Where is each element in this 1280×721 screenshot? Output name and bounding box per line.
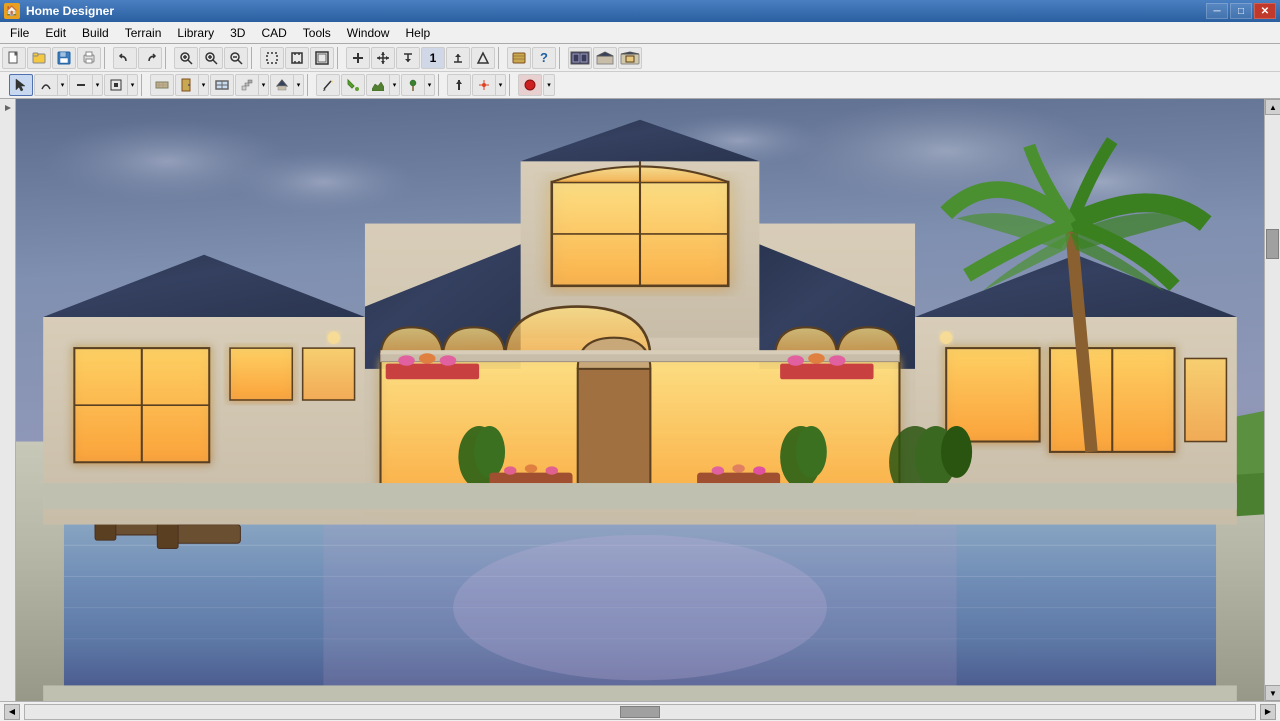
paint-bucket-button[interactable] [341, 74, 365, 96]
menu-build[interactable]: Build [74, 22, 117, 43]
maximize-button[interactable]: □ [1230, 3, 1252, 19]
select-box-button[interactable] [260, 47, 284, 69]
menu-cad[interactable]: CAD [253, 22, 294, 43]
open-button[interactable] [27, 47, 51, 69]
scroll-down-button[interactable]: ▼ [1265, 685, 1280, 701]
print-button[interactable] [77, 47, 101, 69]
undo-button[interactable] [113, 47, 137, 69]
camera-view-button[interactable] [618, 47, 642, 69]
window-controls: ─ □ ✕ [1206, 3, 1276, 19]
record-button[interactable] [518, 74, 542, 96]
close-button[interactable]: ✕ [1254, 3, 1276, 19]
window-tool-button[interactable] [210, 74, 234, 96]
line-dropdown[interactable]: ▾ [69, 74, 103, 96]
help-button[interactable]: ? [532, 47, 556, 69]
scene-svg [16, 99, 1264, 701]
door-dropdown[interactable]: ▾ [175, 74, 209, 96]
wall-tool-button[interactable] [150, 74, 174, 96]
zoom-out-button[interactable] [224, 47, 248, 69]
pencil-button[interactable] [316, 74, 340, 96]
left-sidebar [0, 99, 16, 701]
move-up-button[interactable] [447, 74, 471, 96]
menu-help[interactable]: Help [397, 22, 438, 43]
record-dropdown[interactable]: ▾ [543, 74, 555, 96]
title-bar: 🏠 Home Designer ─ □ ✕ [0, 0, 1280, 22]
menu-library[interactable]: Library [169, 22, 222, 43]
catalog-button[interactable] [507, 47, 531, 69]
plants-dropdown[interactable]: ▾ [401, 74, 435, 96]
menu-bar: File Edit Build Terrain Library 3D CAD T… [0, 22, 1280, 44]
fit-view-button[interactable] [285, 47, 309, 69]
new-button[interactable] [2, 47, 26, 69]
canvas-area[interactable] [16, 99, 1264, 701]
app-icon: 🏠 [4, 3, 20, 19]
menu-3d[interactable]: 3D [222, 22, 253, 43]
save-button[interactable] [52, 47, 76, 69]
scroll-track-vertical[interactable] [1265, 115, 1280, 685]
toolbar-2: ▾ ▾ ▾ ▾ [0, 72, 1280, 98]
explode-dropdown[interactable]: ▾ [472, 74, 506, 96]
toolbar-1: 1 ? [0, 44, 1280, 72]
menu-window[interactable]: Window [339, 22, 398, 43]
app-icon-symbol: 🏠 [6, 6, 18, 17]
elevation-button[interactable] [471, 47, 495, 69]
status-bar: ◀ ▶ [0, 701, 1280, 721]
menu-terrain[interactable]: Terrain [117, 22, 170, 43]
toolbar-area: 1 ? ▾ [0, 44, 1280, 99]
scroll-left-button[interactable]: ◀ [4, 704, 20, 720]
redo-button[interactable] [138, 47, 162, 69]
zoom-all-button[interactable] [310, 47, 334, 69]
roof-dropdown[interactable]: ▾ [270, 74, 304, 96]
add-object-button[interactable] [346, 47, 370, 69]
scroll-thumb-horizontal[interactable] [620, 706, 660, 718]
menu-tools[interactable]: Tools [295, 22, 339, 43]
scroll-right-button[interactable]: ▶ [1260, 704, 1276, 720]
menu-edit[interactable]: Edit [37, 22, 74, 43]
scroll-thumb-vertical[interactable] [1266, 229, 1279, 259]
floor-number: 1 [421, 47, 445, 69]
scroll-track-horizontal[interactable] [24, 704, 1256, 720]
move-button[interactable] [371, 47, 395, 69]
terrain-dropdown[interactable]: ▾ [366, 74, 400, 96]
floor-plan-button[interactable] [568, 47, 592, 69]
arc-dropdown[interactable]: ▾ [34, 74, 68, 96]
app-title: Home Designer [26, 4, 1206, 18]
stair-dropdown[interactable]: ▾ [235, 74, 269, 96]
snap-dropdown[interactable]: ▾ [104, 74, 138, 96]
down-floor-button[interactable] [396, 47, 420, 69]
right-scrollbar: ▲ ▼ [1264, 99, 1280, 701]
select-tool-button[interactable] [9, 74, 33, 96]
up-floor-button[interactable] [446, 47, 470, 69]
menu-file[interactable]: File [2, 22, 37, 43]
3d-house-button[interactable] [593, 47, 617, 69]
minimize-button[interactable]: ─ [1206, 3, 1228, 19]
zoom-realtime-button[interactable] [174, 47, 198, 69]
scroll-up-button[interactable]: ▲ [1265, 99, 1280, 115]
sidebar-arrow [3, 103, 13, 113]
zoom-in-button[interactable] [199, 47, 223, 69]
main-area: ▲ ▼ [0, 99, 1280, 701]
